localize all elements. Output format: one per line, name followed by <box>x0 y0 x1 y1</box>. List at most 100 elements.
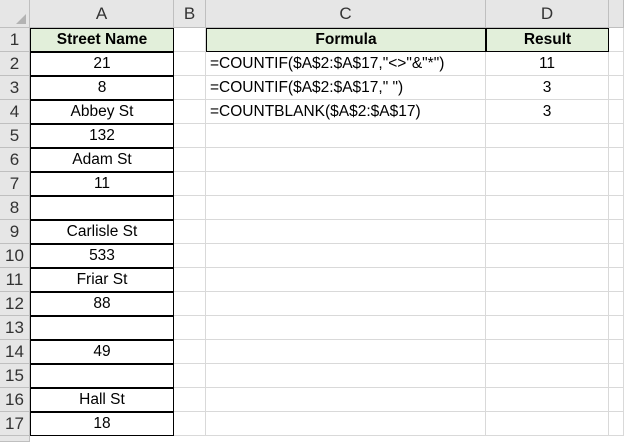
cell[interactable] <box>609 292 624 316</box>
street-name-cell[interactable]: Carlisle St <box>30 220 174 244</box>
row-header-7[interactable]: 7 <box>0 172 30 196</box>
cell[interactable] <box>609 52 624 76</box>
header-street-name[interactable]: Street Name <box>30 28 174 52</box>
formula-cell[interactable]: =COUNTIF($A$2:$A$17,"<>"&"*") <box>206 52 486 76</box>
cell[interactable] <box>206 316 486 340</box>
cell[interactable] <box>486 316 609 340</box>
cell[interactable] <box>486 364 609 388</box>
cell[interactable] <box>609 124 624 148</box>
header-result[interactable]: Result <box>486 28 609 52</box>
select-all-button[interactable] <box>0 0 30 28</box>
street-name-cell[interactable] <box>30 316 174 340</box>
column-header-c[interactable]: C <box>206 0 486 28</box>
row-header-14[interactable]: 14 <box>0 340 30 364</box>
cell[interactable] <box>609 172 624 196</box>
cell[interactable] <box>174 76 206 100</box>
row-header-16[interactable]: 16 <box>0 388 30 412</box>
street-name-cell[interactable] <box>30 196 174 220</box>
cell[interactable] <box>486 388 609 412</box>
cell[interactable] <box>206 388 486 412</box>
street-name-cell[interactable]: 132 <box>30 124 174 148</box>
cell[interactable] <box>174 364 206 388</box>
street-name-cell[interactable]: 88 <box>30 292 174 316</box>
cell[interactable] <box>206 292 486 316</box>
result-cell[interactable]: 3 <box>486 76 609 100</box>
cell[interactable] <box>486 292 609 316</box>
street-name-cell[interactable]: 21 <box>30 52 174 76</box>
result-cell[interactable]: 11 <box>486 52 609 76</box>
cell[interactable] <box>174 100 206 124</box>
cell[interactable] <box>609 28 624 52</box>
cell[interactable] <box>609 220 624 244</box>
column-header-d[interactable]: D <box>486 0 609 28</box>
cell[interactable] <box>609 268 624 292</box>
cell[interactable] <box>609 100 624 124</box>
row-header-10[interactable]: 10 <box>0 244 30 268</box>
cell[interactable] <box>609 76 624 100</box>
cell[interactable] <box>174 340 206 364</box>
street-name-cell[interactable]: 49 <box>30 340 174 364</box>
cell[interactable] <box>206 364 486 388</box>
row-header-partial[interactable] <box>0 436 30 442</box>
cell[interactable] <box>174 148 206 172</box>
cell[interactable] <box>486 172 609 196</box>
cell[interactable] <box>174 172 206 196</box>
cell[interactable] <box>609 412 624 436</box>
street-name-cell[interactable]: 533 <box>30 244 174 268</box>
cell[interactable] <box>206 244 486 268</box>
cell[interactable] <box>206 196 486 220</box>
cell[interactable] <box>206 148 486 172</box>
cell[interactable] <box>174 52 206 76</box>
cell[interactable] <box>486 196 609 220</box>
row-header-1[interactable]: 1 <box>0 28 30 52</box>
cell[interactable] <box>206 172 486 196</box>
cell[interactable] <box>486 412 609 436</box>
column-header-stub[interactable] <box>609 0 624 28</box>
column-header-b[interactable]: B <box>174 0 206 28</box>
row-header-6[interactable]: 6 <box>0 148 30 172</box>
cell[interactable] <box>486 124 609 148</box>
formula-cell[interactable]: =COUNTIF($A$2:$A$17," ") <box>206 76 486 100</box>
cell[interactable] <box>609 364 624 388</box>
street-name-cell[interactable] <box>30 364 174 388</box>
row-header-11[interactable]: 11 <box>0 268 30 292</box>
row-header-8[interactable]: 8 <box>0 196 30 220</box>
row-header-4[interactable]: 4 <box>0 100 30 124</box>
street-name-cell[interactable]: Hall St <box>30 388 174 412</box>
column-header-a[interactable]: A <box>30 0 174 28</box>
cell[interactable] <box>609 340 624 364</box>
cell[interactable] <box>174 220 206 244</box>
cell[interactable] <box>206 220 486 244</box>
result-cell[interactable]: 3 <box>486 100 609 124</box>
row-header-13[interactable]: 13 <box>0 316 30 340</box>
cell[interactable] <box>486 244 609 268</box>
formula-cell[interactable]: =COUNTBLANK($A$2:$A$17) <box>206 100 486 124</box>
cell[interactable] <box>206 340 486 364</box>
cell[interactable] <box>174 316 206 340</box>
street-name-cell[interactable]: 8 <box>30 76 174 100</box>
row-header-9[interactable]: 9 <box>0 220 30 244</box>
cell[interactable] <box>609 196 624 220</box>
street-name-cell[interactable]: Friar St <box>30 268 174 292</box>
street-name-cell[interactable]: Adam St <box>30 148 174 172</box>
cell[interactable] <box>174 28 206 52</box>
row-header-12[interactable]: 12 <box>0 292 30 316</box>
cell[interactable] <box>609 316 624 340</box>
row-header-5[interactable]: 5 <box>0 124 30 148</box>
row-header-17[interactable]: 17 <box>0 412 30 436</box>
cell[interactable] <box>609 388 624 412</box>
cell[interactable] <box>174 124 206 148</box>
header-formula[interactable]: Formula <box>206 28 486 52</box>
row-header-15[interactable]: 15 <box>0 364 30 388</box>
cell[interactable] <box>206 412 486 436</box>
street-name-cell[interactable]: Abbey St <box>30 100 174 124</box>
cell[interactable] <box>174 268 206 292</box>
cell[interactable] <box>609 148 624 172</box>
cell[interactable] <box>174 196 206 220</box>
street-name-cell[interactable]: 11 <box>30 172 174 196</box>
cell[interactable] <box>174 388 206 412</box>
cell[interactable] <box>206 268 486 292</box>
cell[interactable] <box>486 268 609 292</box>
row-header-2[interactable]: 2 <box>0 52 30 76</box>
cell[interactable] <box>486 220 609 244</box>
